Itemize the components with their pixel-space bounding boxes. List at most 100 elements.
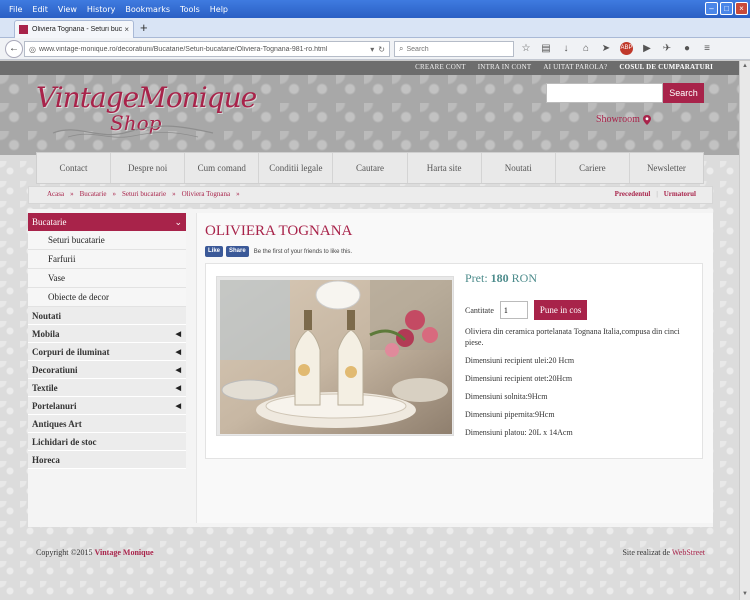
sidebar-item-noutati[interactable]: Noutati <box>28 307 186 325</box>
extension-icon[interactable]: ✈ <box>661 42 673 56</box>
maximize-icon[interactable]: □ <box>720 2 733 15</box>
facebook-widget: Like Share Be the first of your friends … <box>205 246 352 257</box>
send-icon[interactable]: ➤ <box>600 42 612 56</box>
youtube-icon[interactable]: ▶ <box>641 42 653 56</box>
cart-link[interactable]: COSUL DE CUMPARATURI <box>619 63 713 71</box>
back-arrow-icon[interactable]: ← <box>5 39 23 58</box>
sidebar-item-bucatarie[interactable]: Bucatarie ⌄ <box>28 213 186 231</box>
footer-brand-link[interactable]: Vintage Monique <box>95 548 154 557</box>
main-nav: Contact Despre noi Cum comand Conditii lega… <box>36 152 704 184</box>
site-search-button[interactable]: Search <box>663 83 704 103</box>
globe-icon: ◎ <box>29 44 36 54</box>
breadcrumb-sep: » <box>112 190 116 198</box>
fb-share-button[interactable]: Share <box>226 246 249 257</box>
nav-item-newsletter[interactable]: Newsletter <box>630 153 703 183</box>
home-icon[interactable]: ⌂ <box>580 42 592 56</box>
showroom-link[interactable]: Showroom <box>596 114 651 125</box>
sidebar-item-label: Mobila <box>32 329 60 339</box>
breadcrumb-item[interactable]: Bucatarie <box>80 190 107 198</box>
sidebar-categories: Noutati Mobila ◀ Corpuri de iluminat ◀ Decora… <box>28 307 186 469</box>
sidebar-item-label: Lichidari de stoc <box>32 437 97 447</box>
nav-item-cariere[interactable]: Cariere <box>556 153 630 183</box>
download-icon[interactable]: ↓ <box>560 42 572 56</box>
minimize-icon[interactable]: – <box>705 2 718 15</box>
nav-item-noutati[interactable]: Noutati <box>482 153 556 183</box>
menu-item-help[interactable]: Help <box>205 5 233 14</box>
breadcrumb-item[interactable]: Seturi bucatarie <box>122 190 166 198</box>
nav-item-cum-comand[interactable]: Cum comand <box>185 153 260 183</box>
site-header: VintageMonique Shop Search Showroom <box>0 75 739 155</box>
reading-list-icon[interactable]: ▤ <box>540 42 552 56</box>
create-account-link[interactable]: CREARE CONT <box>415 63 466 71</box>
tab-title: Oliviera Tognana - Seturi buc... <box>32 26 123 33</box>
product-photo[interactable] <box>216 276 454 436</box>
site-logo[interactable]: VintageMonique Shop <box>36 81 257 141</box>
window-controls: – □ × <box>705 2 748 15</box>
made-by-text: Site realizat de <box>622 548 671 557</box>
sidebar-item-portelanuri[interactable]: Portelanuri ◀ <box>28 397 186 415</box>
bookmark-star-icon[interactable]: ☆ <box>520 42 532 56</box>
sidebar-item-antiques-art[interactable]: Antiques Art <box>28 415 186 433</box>
sidebar-item-textile[interactable]: Textile ◀ <box>28 379 186 397</box>
sidebar-item-label: Noutati <box>32 311 61 321</box>
sidebar-item-label: Horeca <box>32 455 60 465</box>
site-footer: Copyright ©2015 Vintage Monique Site rea… <box>0 548 739 578</box>
agency-link[interactable]: WebStreet <box>672 548 705 557</box>
sidebar-item-label: Decoratiuni <box>32 365 78 375</box>
menu-item-tools[interactable]: Tools <box>175 5 205 14</box>
new-tab-icon[interactable]: + <box>140 21 148 35</box>
product-panel: OLIVIERA TOGNANA Like Share Be the first… <box>196 213 713 523</box>
browser-search[interactable]: ⌕ <box>394 41 514 57</box>
tab-close-icon[interactable]: × <box>124 25 129 34</box>
scroll-down-icon[interactable]: ▼ <box>740 589 750 600</box>
favicon-icon <box>19 25 28 34</box>
fb-like-button[interactable]: Like <box>205 246 224 257</box>
close-icon[interactable]: × <box>735 2 748 15</box>
forgot-password-link[interactable]: AI UITAT PAROLA? <box>543 63 607 71</box>
product-image <box>220 280 452 434</box>
browser-tab[interactable]: Oliviera Tognana - Seturi buc... × <box>14 20 134 38</box>
breadcrumb-sep: » <box>70 190 74 198</box>
pager: Precedentul | Urmatorul <box>615 190 696 198</box>
nav-item-cautare[interactable]: Cautare <box>333 153 408 183</box>
quantity-input[interactable] <box>499 301 528 319</box>
next-link[interactable]: Urmatorul <box>664 190 696 198</box>
sidebar-item-decoratiuni[interactable]: Decoratiuni ◀ <box>28 361 186 379</box>
browser-menubar: File Edit View History Bookmarks Tools Help – … <box>0 0 750 18</box>
sidebar-subitem[interactable]: Farfurii <box>28 250 186 269</box>
hamburger-menu-icon[interactable]: ≡ <box>701 42 713 56</box>
nav-item-despre-noi[interactable]: Despre noi <box>111 153 186 183</box>
site-search-input[interactable] <box>546 83 663 103</box>
sidebar-item-mobila[interactable]: Mobila ◀ <box>28 325 186 343</box>
login-link[interactable]: INTRA IN CONT <box>478 63 532 71</box>
breadcrumb-item[interactable]: Acasa <box>47 190 64 198</box>
menu-item-file[interactable]: File <box>4 5 27 14</box>
sidebar-item-corpuri-de-iluminat[interactable]: Corpuri de iluminat ◀ <box>28 343 186 361</box>
menu-item-history[interactable]: History <box>82 5 120 14</box>
scroll-up-icon[interactable]: ▲ <box>740 61 750 72</box>
prev-link[interactable]: Precedentul <box>615 190 651 198</box>
product-box: Pret: 180 RON Cantitate Pune in cos Oliv… <box>205 263 703 459</box>
breadcrumb-item[interactable]: Oliviera Tognana <box>182 190 231 198</box>
menu-item-bookmarks[interactable]: Bookmarks <box>120 5 175 14</box>
sidebar-subitem[interactable]: Obiecte de decor <box>28 288 186 307</box>
nav-item-harta-site[interactable]: Harta site <box>408 153 482 183</box>
nav-item-conditii-legale[interactable]: Conditii legale <box>259 153 334 183</box>
reload-icon[interactable]: ↻ <box>378 45 385 54</box>
dropdown-icon[interactable]: ▾ <box>370 45 374 54</box>
sidebar-item-lichidari-de-stoc[interactable]: Lichidari de stoc <box>28 433 186 451</box>
category-sidebar: Bucatarie ⌄ Seturi bucatarie Farfurii Vase… <box>28 213 186 469</box>
nav-item-contact[interactable]: Contact <box>37 153 112 183</box>
quantity-label: Cantitate <box>465 305 494 315</box>
sidebar-item-horeca[interactable]: Horeca <box>28 451 186 469</box>
menu-item-edit[interactable]: Edit <box>27 5 53 14</box>
browser-search-input[interactable] <box>406 45 502 53</box>
sidebar-subitem[interactable]: Seturi bucatarie <box>28 231 186 250</box>
menu-item-view[interactable]: View <box>53 5 82 14</box>
vertical-scrollbar[interactable]: ▲ ▼ <box>739 61 750 600</box>
chat-icon[interactable]: ● <box>681 42 693 56</box>
add-to-cart-button[interactable]: Pune in cos <box>533 300 588 320</box>
adblock-icon[interactable]: ABP <box>620 42 633 55</box>
sidebar-subitem[interactable]: Vase <box>28 269 186 288</box>
url-bar[interactable]: ◎ www.vintage-monique.ro/decoratiuni/Buc… <box>24 41 390 57</box>
